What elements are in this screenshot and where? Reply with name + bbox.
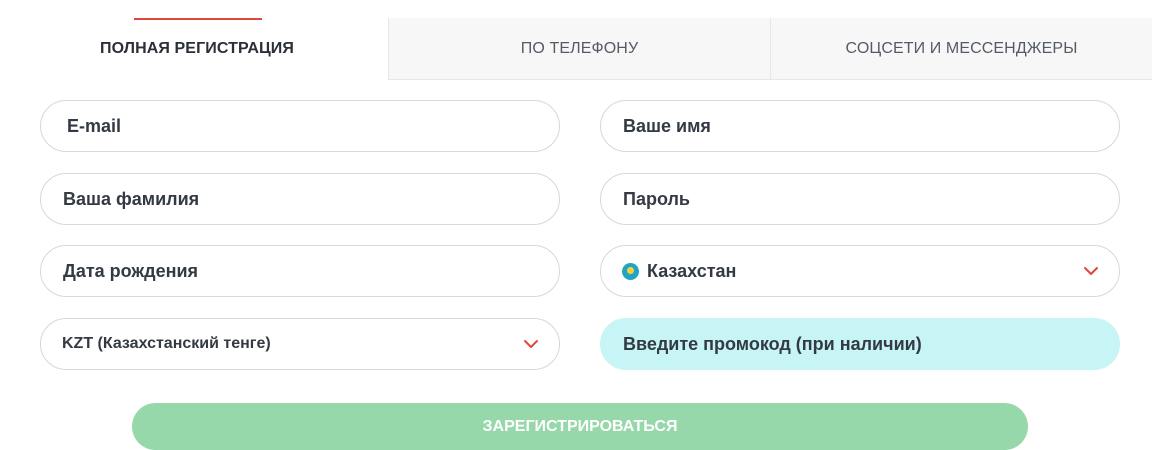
currency-select[interactable]: KZT (Казахстанский тенге): [40, 318, 560, 370]
promo-code-field[interactable]: Введите промокод (при наличии): [600, 318, 1120, 370]
email-field[interactable]: E-mail: [40, 100, 560, 152]
currency-value: KZT (Казахстанский тенге): [62, 335, 271, 352]
last-name-placeholder: Ваша фамилия: [63, 188, 200, 209]
tab-label: ПОЛНАЯ РЕГИСТРАЦИЯ: [100, 40, 294, 57]
birth-date-field[interactable]: Дата рождения: [40, 245, 560, 297]
tab-social-messengers[interactable]: СОЦСЕТИ И МЕССЕНДЖЕРЫ: [771, 18, 1152, 80]
chevron-down-icon: [1084, 267, 1098, 275]
tab-by-phone[interactable]: ПО ТЕЛЕФОНУ: [389, 18, 771, 80]
registration-tabs: ПОЛНАЯ РЕГИСТРАЦИЯ ПО ТЕЛЕФОНУ СОЦСЕТИ И…: [6, 18, 1152, 80]
password-field[interactable]: Пароль: [600, 173, 1120, 225]
tab-label: ПО ТЕЛЕФОНУ: [520, 39, 639, 57]
country-select[interactable]: Казахстан: [600, 245, 1120, 297]
birth-date-placeholder: Дата рождения: [63, 260, 199, 281]
registration-panel: ПОЛНАЯ РЕГИСТРАЦИЯ ПО ТЕЛЕФОНУ СОЦСЕТИ И…: [0, 0, 1158, 450]
country-value: Казахстан: [647, 260, 737, 281]
first-name-field[interactable]: Ваше имя: [600, 100, 1120, 152]
chevron-down-icon: [524, 340, 538, 348]
tab-label: СОЦСЕТИ И МЕССЕНДЖЕРЫ: [845, 39, 1078, 57]
kazakhstan-flag-icon: [622, 262, 639, 280]
register-button[interactable]: ЗАРЕГИСТРИРОВАТЬСЯ: [132, 403, 1028, 450]
first-name-placeholder: Ваше имя: [623, 115, 711, 136]
promo-code-placeholder: Введите промокод (при наличии): [623, 333, 922, 354]
tab-full-registration[interactable]: ПОЛНАЯ РЕГИСТРАЦИЯ: [6, 18, 389, 80]
active-tab-indicator: [134, 18, 262, 20]
email-placeholder: E-mail: [67, 115, 122, 136]
password-placeholder: Пароль: [623, 188, 690, 209]
last-name-field[interactable]: Ваша фамилия: [40, 173, 560, 225]
